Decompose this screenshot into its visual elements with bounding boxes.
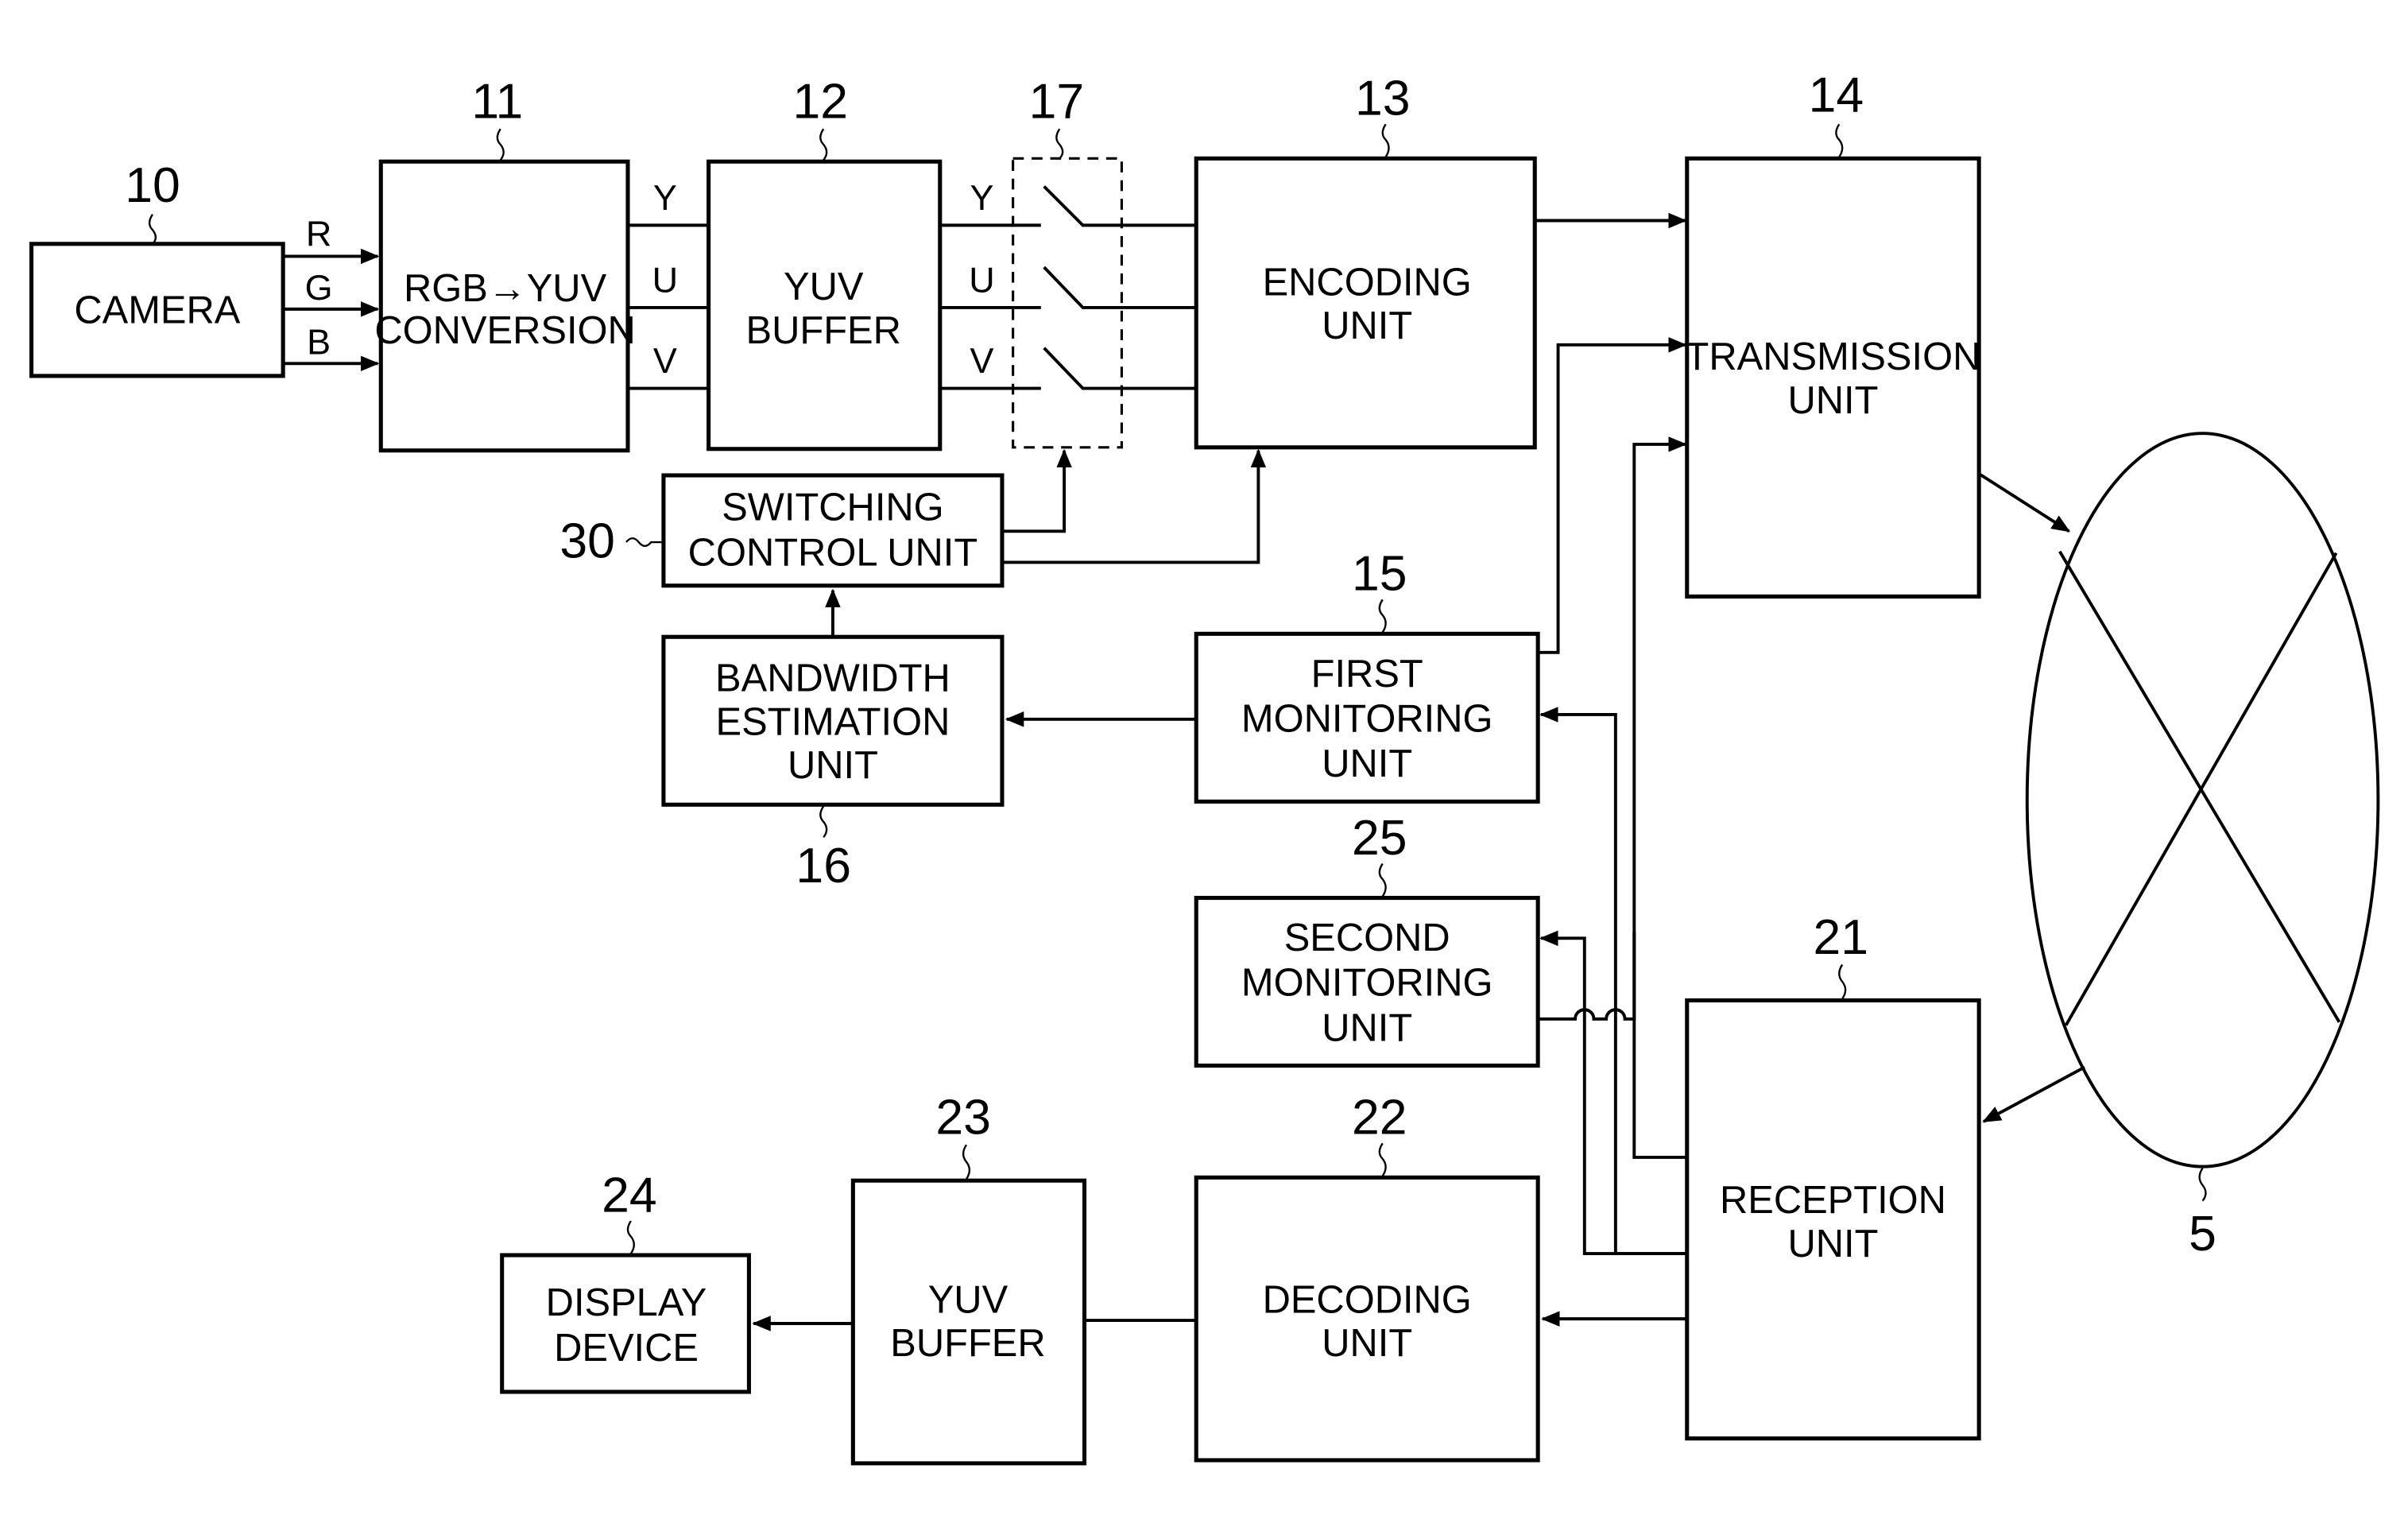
leader-23 (962, 1144, 971, 1180)
ref-10: 10 (125, 157, 180, 213)
ref-12: 12 (793, 74, 849, 130)
yuv-buffer-tx-label-2: BUFFER (746, 309, 901, 352)
leader-30 (625, 537, 664, 548)
decoding-label-1: DECODING (1263, 1278, 1472, 1321)
rgb-signals: R G B (283, 213, 380, 372)
leader-5 (2198, 1167, 2207, 1202)
first-monitoring-label-3: UNIT (1322, 742, 1412, 785)
leader-15 (1378, 599, 1387, 634)
conversion-label-1: RGB→YUV (404, 267, 607, 310)
ref-14: 14 (1809, 68, 1864, 123)
second-monitoring-label-3: UNIT (1322, 1006, 1412, 1049)
arrow-transmission-to-network (1978, 472, 2071, 533)
yuv-buffer-rx-label-1: YUV (928, 1278, 1008, 1321)
bandwidth-label-1: BANDWIDTH (715, 657, 950, 700)
encoding-label-1: ENCODING (1263, 261, 1472, 304)
switch-u (1043, 265, 1197, 309)
bandwidth-label-2: ESTIMATION (716, 700, 950, 743)
leader-21 (1838, 963, 1847, 1000)
ref-13: 13 (1355, 71, 1411, 126)
decoding-label-2: UNIT (1322, 1322, 1412, 1365)
signal-y-1: Y (653, 177, 677, 218)
transmission-label-1: TRANSMISSION (1686, 335, 1981, 378)
arrow-control-to-switch (1001, 448, 1072, 533)
signal-y-2: Y (970, 177, 994, 218)
reception-label-2: UNIT (1787, 1223, 1878, 1265)
signal-r: R (306, 213, 331, 254)
ref-24: 24 (602, 1167, 657, 1223)
signal-b: B (307, 322, 331, 362)
first-monitoring-label-2: MONITORING (1241, 697, 1493, 740)
ref-15: 15 (1352, 546, 1407, 602)
second-monitoring-unit-block: SECOND MONITORING UNIT 25 (1194, 810, 1540, 1068)
reception-unit-block: RECEPTION UNIT 21 (1685, 909, 1981, 1441)
yuv-buffer-tx-block: YUV BUFFER 12 (707, 74, 943, 452)
second-monitoring-label-2: MONITORING (1241, 962, 1493, 1005)
ref-5: 5 (2189, 1206, 2216, 1262)
display-device-block: DISPLAY DEVICE 24 (500, 1167, 751, 1394)
camera-block: CAMERA 10 (29, 157, 285, 378)
rgb-yuv-conversion-block: RGB→YUV CONVERSION 11 (374, 74, 636, 453)
arrow-reception-to-first-monitor (1539, 707, 1687, 1256)
signal-u-1: U (652, 259, 678, 300)
switching-label-1: SWITCHING (722, 486, 943, 529)
transmission-label-2: UNIT (1787, 379, 1878, 422)
switch-y (1043, 185, 1197, 227)
first-monitoring-label-1: FIRST (1311, 653, 1423, 696)
leader-16 (819, 805, 828, 839)
arrow-control-to-encoding (1001, 448, 1267, 564)
yuv-lines-1: Y U V (627, 177, 709, 390)
first-monitoring-unit-block: FIRST MONITORING UNIT 15 (1194, 546, 1540, 804)
block-diagram: CAMERA 10 R G B RGB→YUV CONVERSION 11 Y … (29, 68, 2380, 1466)
switch-group-block: 17 Y U V (939, 74, 1197, 449)
display-label-2: DEVICE (554, 1327, 699, 1370)
leader-13 (1381, 123, 1390, 158)
yuv-buffer-tx-label-1: YUV (784, 265, 864, 308)
signal-g: G (305, 267, 333, 308)
leader-25 (1378, 862, 1387, 897)
leader-11 (496, 128, 505, 161)
yuv-buffer-rx-label-2: BUFFER (890, 1322, 1045, 1365)
decoding-unit-block: DECODING UNIT 22 (1194, 1090, 1540, 1463)
conversion-label-2: CONVERSION (374, 309, 635, 352)
display-label-1: DISPLAY (546, 1281, 707, 1324)
bandwidth-label-3: UNIT (788, 744, 878, 787)
ref-25: 25 (1352, 810, 1407, 866)
yuv-buffer-rx-block: YUV BUFFER 23 (850, 1090, 1087, 1466)
camera-label: CAMERA (74, 289, 240, 331)
ref-16: 16 (796, 838, 851, 893)
bandwidth-estimation-unit-block: BANDWIDTH ESTIMATION UNIT 16 (661, 634, 1005, 893)
encoding-label-2: UNIT (1322, 304, 1412, 347)
switch-v (1043, 347, 1197, 390)
signal-u-2: U (969, 259, 994, 300)
network-ellipse (2025, 432, 2380, 1169)
arrow-first-monitor-to-transmission (1538, 337, 1687, 654)
signal-v-1: V (653, 340, 677, 381)
second-monitoring-label-1: SECOND (1284, 917, 1450, 959)
switching-control-unit-block: SWITCHING CONTROL UNIT 30 (559, 473, 1005, 588)
switching-label-2: CONTROL UNIT (688, 531, 978, 574)
ref-11: 11 (471, 74, 523, 130)
leader-12 (819, 128, 828, 161)
ref-21: 21 (1813, 909, 1868, 965)
leader-24 (626, 1220, 635, 1254)
ref-23: 23 (935, 1090, 991, 1145)
reception-label-1: RECEPTION (1720, 1179, 1946, 1222)
arrow-network-to-reception (1982, 1065, 2085, 1123)
signal-v-2: V (970, 340, 994, 381)
network-cross-2 (2064, 552, 2338, 1026)
network-block: 5 (2025, 432, 2380, 1262)
arrow-reception-to-transmission (1632, 436, 1687, 1159)
leader-17 (1055, 128, 1064, 160)
leader-10 (148, 214, 157, 245)
ref-30: 30 (559, 514, 615, 569)
ref-17: 17 (1029, 74, 1085, 130)
leader-14 (1835, 123, 1844, 158)
encoding-unit-block: ENCODING UNIT 13 (1194, 71, 1537, 450)
leader-22 (1378, 1142, 1387, 1176)
transmission-unit-block: TRANSMISSION UNIT 14 (1685, 68, 1981, 599)
ref-22: 22 (1352, 1090, 1407, 1145)
